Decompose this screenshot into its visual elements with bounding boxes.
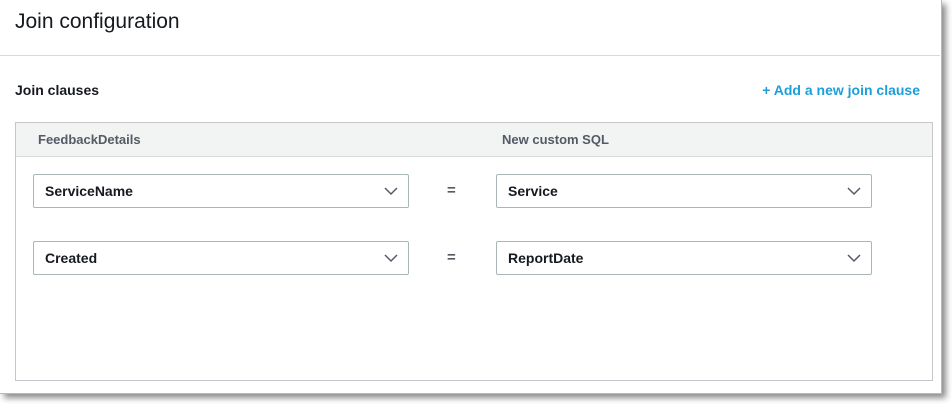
join-configuration-panel: Join configuration Join clauses + Add a …: [0, 0, 942, 394]
equals-operator: =: [447, 249, 456, 266]
select-value: Service: [508, 183, 558, 199]
join-clauses-header-row: FeedbackDetails New custom SQL: [16, 123, 932, 157]
left-table-name: FeedbackDetails: [38, 132, 141, 147]
chevron-down-icon: [847, 254, 861, 263]
add-join-clause-link[interactable]: + Add a new join clause: [762, 82, 920, 98]
select-value: Created: [45, 250, 98, 266]
equals-operator: =: [447, 182, 456, 199]
join-row-1-left-select[interactable]: ServiceName: [33, 174, 409, 208]
chevron-down-icon: [847, 187, 861, 196]
chevron-down-icon: [384, 254, 398, 263]
join-row-2-left-select[interactable]: Created: [33, 241, 409, 275]
panel-header: Join configuration: [0, 0, 940, 56]
join-clauses-table: FeedbackDetails New custom SQL ServiceNa…: [15, 122, 933, 381]
right-table-name: New custom SQL: [502, 132, 609, 147]
join-clauses-label: Join clauses: [15, 82, 100, 98]
select-value: ReportDate: [508, 250, 584, 266]
join-row-1-right-select[interactable]: Service: [496, 174, 872, 208]
chevron-down-icon: [384, 187, 398, 196]
select-value: ServiceName: [45, 183, 133, 199]
page-title: Join configuration: [15, 10, 180, 33]
join-row-2-right-select[interactable]: ReportDate: [496, 241, 872, 275]
